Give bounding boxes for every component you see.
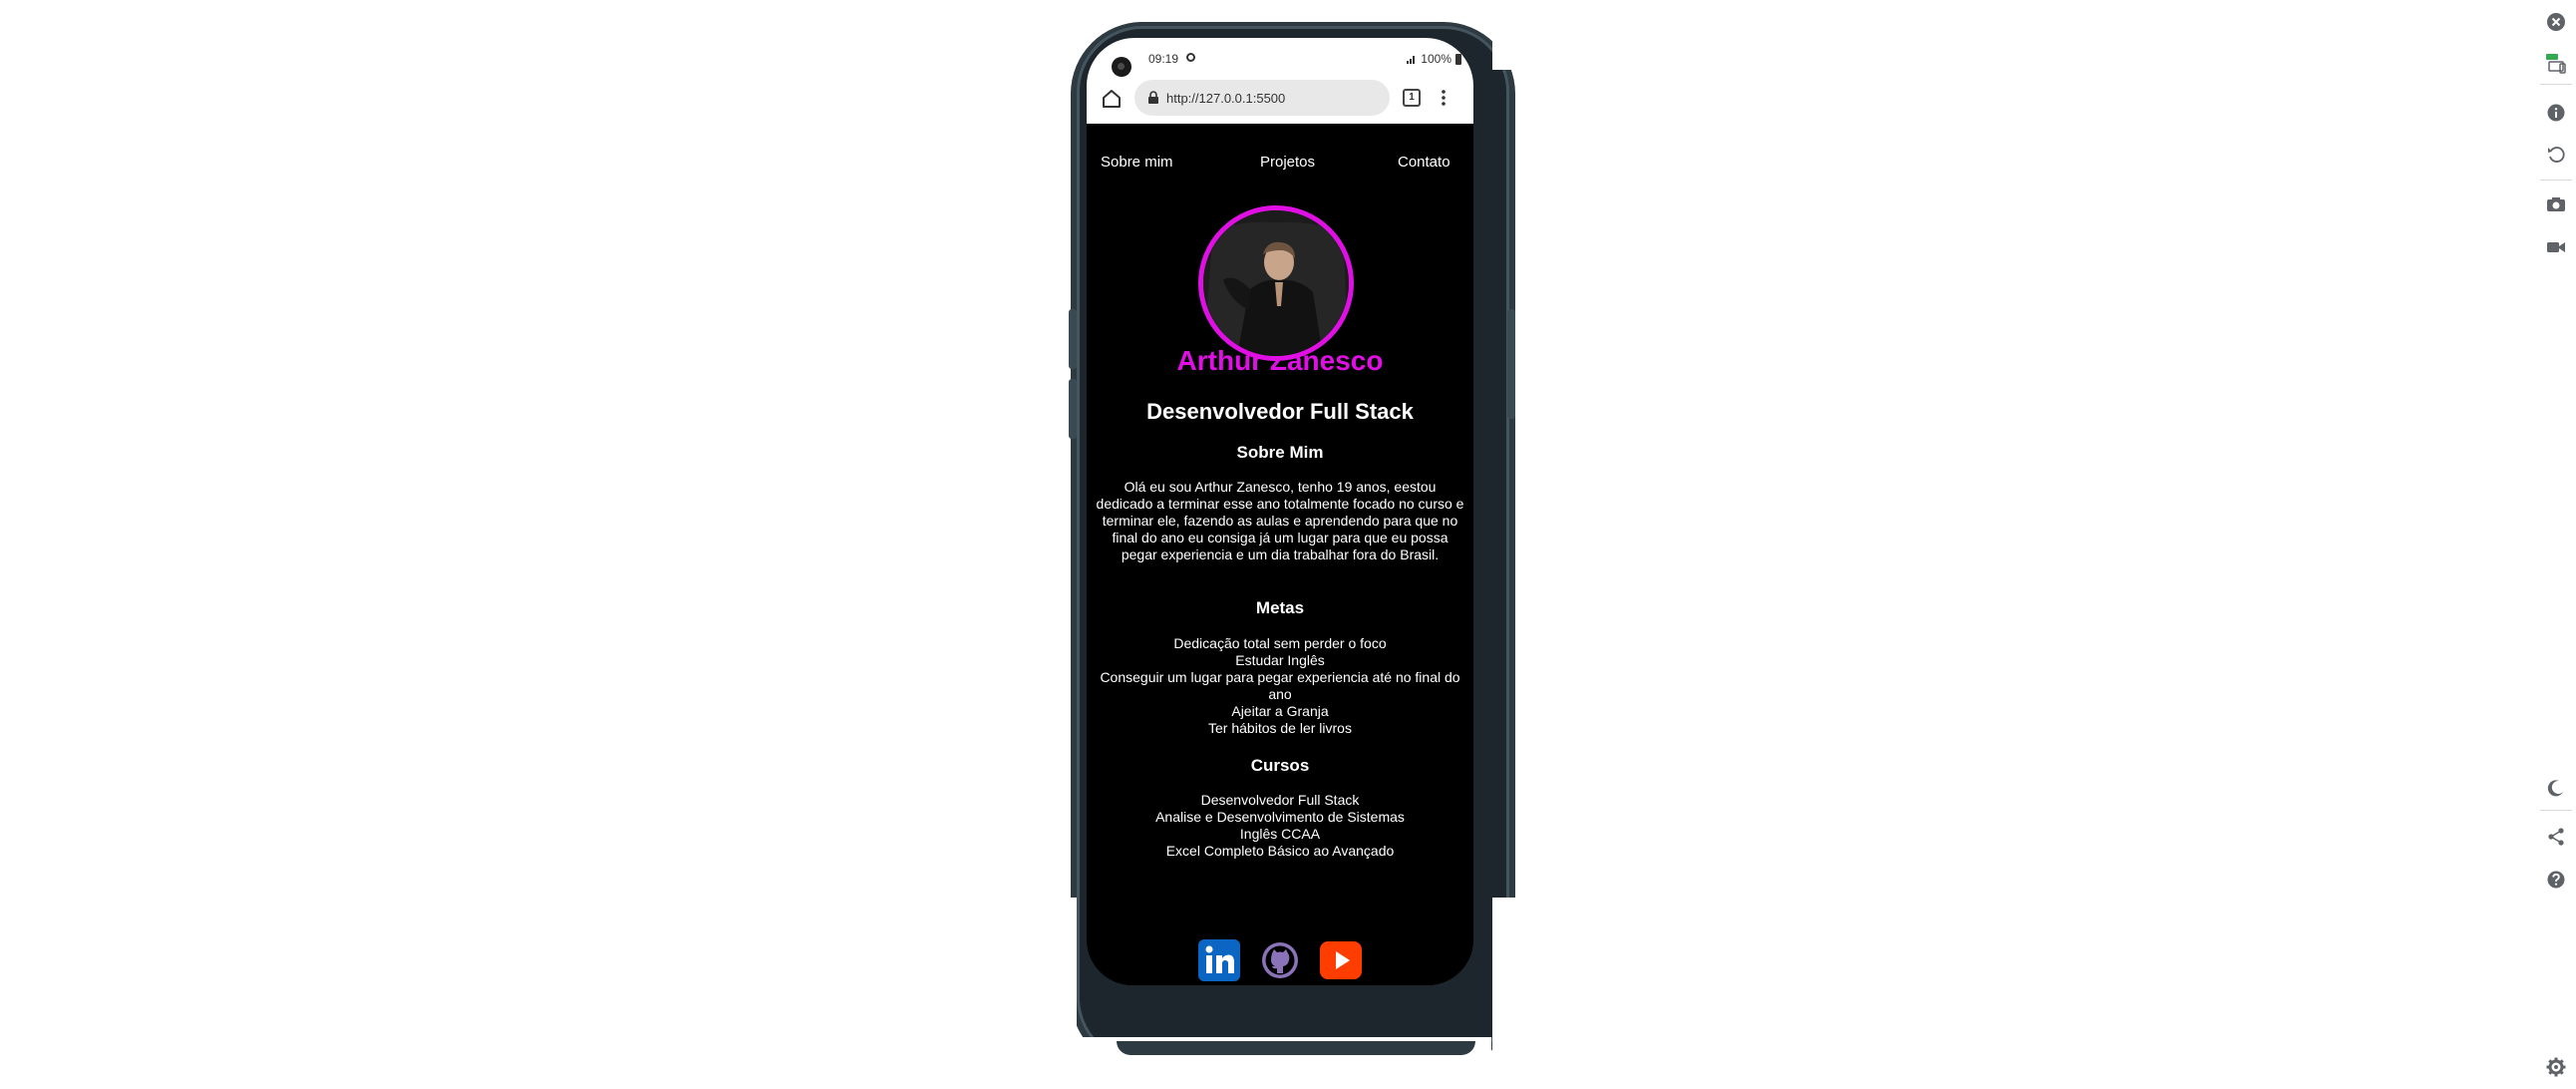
home-icon[interactable] (1101, 88, 1123, 110)
battery-percent: 100% (1421, 52, 1451, 66)
github-icon[interactable] (1259, 939, 1301, 981)
phone-volume-button (1069, 309, 1077, 369)
address-bar[interactable]: http://127.0.0.1:5500 (1134, 80, 1390, 116)
phone-right-button (1507, 309, 1515, 419)
status-time: 09:19 (1148, 52, 1179, 66)
profile-role: Desenvolvedor Full Stack (1146, 399, 1414, 424)
record-icon[interactable] (2546, 237, 2566, 257)
courses-list: Desenvolvedor Full Stack Analise e Desen… (1095, 792, 1465, 860)
screenshot-stage: 09:19 100% http://127.0.0.1:5500 1 Sobre… (0, 0, 2576, 1089)
goals-list: Dedicação total sem perder o foco Estuda… (1095, 635, 1465, 737)
about-text: Olá eu sou Arthur Zanesco, tenho 19 anos… (1096, 479, 1464, 562)
list-item: Excel Completo Básico ao Avançado (1165, 843, 1395, 859)
more-menu-icon[interactable] (1442, 88, 1446, 108)
share-icon[interactable] (2546, 827, 2566, 847)
dark-mode-icon[interactable] (2546, 778, 2566, 798)
avatar (1198, 205, 1354, 361)
info-icon[interactable] (2546, 103, 2566, 123)
emulator-toolbar (2536, 0, 2576, 1089)
youtube-icon[interactable] (1320, 939, 1362, 981)
frame-gap (1492, 898, 1530, 1089)
screenshot-icon[interactable] (2546, 194, 2566, 214)
list-item: Ajeitar a Granja (1231, 703, 1329, 719)
signal-icon (1407, 56, 1416, 64)
nav-item-sobre-mim[interactable]: Sobre mim (1101, 154, 1173, 171)
courses-heading: Cursos (1250, 756, 1310, 775)
status-indicators: 100% (1407, 52, 1461, 66)
list-item: Conseguir um lugar para pegar experienci… (1100, 669, 1460, 702)
camera-icon (1112, 57, 1131, 77)
web-page: Sobre mim Projetos Contato Arthur Zanesc… (1087, 124, 1473, 985)
nav-item-projetos[interactable]: Projetos (1260, 154, 1315, 171)
goals-heading: Metas (1255, 598, 1305, 617)
frame-gap (1037, 898, 1077, 1037)
toolbar-divider (2540, 810, 2572, 811)
help-icon[interactable] (2546, 870, 2566, 890)
notification-icon (1186, 53, 1195, 62)
lock-icon (1148, 91, 1158, 104)
close-icon[interactable] (2546, 12, 2566, 32)
toolbar-divider (2540, 84, 2572, 85)
list-item: Desenvolvedor Full Stack (1200, 792, 1360, 808)
tabs-button[interactable]: 1 (1403, 89, 1421, 107)
list-item: Analise e Desenvolvimento de Sistemas (1155, 809, 1405, 825)
frame-gap (1492, 0, 1530, 70)
linkedin-icon[interactable] (1198, 939, 1240, 981)
device-icon[interactable] (2546, 54, 2566, 74)
rotate-icon[interactable] (2546, 145, 2566, 165)
settings-icon[interactable] (2546, 1057, 2566, 1077)
nav-item-contato[interactable]: Contato (1398, 154, 1450, 171)
social-links (1087, 939, 1473, 983)
status-bar: 09:19 100% (1087, 38, 1473, 78)
battery-icon (1455, 53, 1461, 65)
profile-photo (1203, 210, 1349, 356)
toolbar-divider (2540, 180, 2572, 181)
address-url: http://127.0.0.1:5500 (1166, 90, 1286, 106)
phone-bottom-edge (1117, 1041, 1475, 1055)
list-item: Dedicação total sem perder o foco (1173, 635, 1387, 651)
phone-power-button (1069, 379, 1077, 439)
list-item: Inglês CCAA (1239, 826, 1321, 842)
list-item: Estudar Inglês (1235, 652, 1325, 668)
list-item: Ter hábitos de ler livros (1208, 720, 1352, 736)
phone-screen: 09:19 100% http://127.0.0.1:5500 1 Sobre… (1087, 38, 1473, 985)
about-heading: Sobre Mim (1236, 443, 1324, 462)
